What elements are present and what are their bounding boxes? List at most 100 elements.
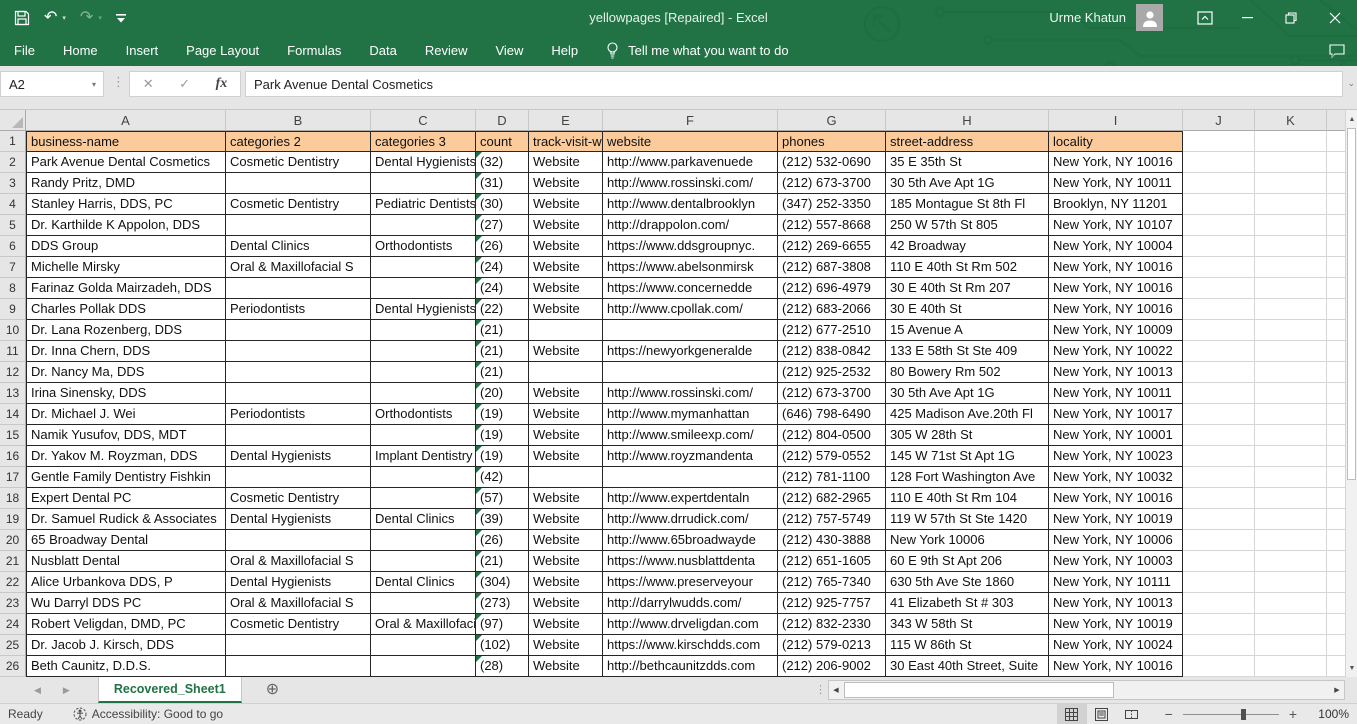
cell-G6[interactable]: (212) 269-6655 — [778, 236, 886, 257]
cell-G9[interactable]: (212) 683-2066 — [778, 299, 886, 320]
cell-C1[interactable]: categories 3 — [371, 131, 476, 152]
cell-G25[interactable]: (212) 579-0213 — [778, 635, 886, 656]
row-header-20[interactable]: 20 — [0, 530, 26, 551]
cell-K2[interactable] — [1255, 152, 1327, 173]
cell-H21[interactable]: 60 E 9th St Apt 206 — [886, 551, 1049, 572]
cell-G20[interactable]: (212) 430-3888 — [778, 530, 886, 551]
cell-D16[interactable]: (19) — [476, 446, 529, 467]
cell-K6[interactable] — [1255, 236, 1327, 257]
cell-J9[interactable] — [1183, 299, 1255, 320]
vertical-scrollbar-thumb[interactable] — [1347, 128, 1356, 480]
cell-H6[interactable]: 42 Broadway — [886, 236, 1049, 257]
scroll-down-icon[interactable]: ▼ — [1346, 659, 1357, 677]
cell-C4[interactable]: Pediatric Dentists — [371, 194, 476, 215]
cell-D11[interactable]: (21) — [476, 341, 529, 362]
cell-K17[interactable] — [1255, 467, 1327, 488]
cell-D21[interactable]: (21) — [476, 551, 529, 572]
cell-H16[interactable]: 145 W 71st St Apt 1G — [886, 446, 1049, 467]
column-header-A[interactable]: A — [26, 110, 226, 131]
cell-C17[interactable] — [371, 467, 476, 488]
cell-C16[interactable]: Implant Dentistry — [371, 446, 476, 467]
cell-A10[interactable]: Dr. Lana Rozenberg, DDS — [26, 320, 226, 341]
cell-E19[interactable]: Website — [529, 509, 603, 530]
cell-F13[interactable]: http://www.rossinski.com/ — [603, 383, 778, 404]
cell-I21[interactable]: New York, NY 10003 — [1049, 551, 1183, 572]
row-header-26[interactable]: 26 — [0, 656, 26, 677]
insert-function-icon[interactable]: fx — [216, 76, 228, 92]
horizontal-scrollbar[interactable]: ⋮ ◀ ▶ — [828, 680, 1345, 700]
row-header-13[interactable]: 13 — [0, 383, 26, 404]
cell-B22[interactable]: Dental Hygienists — [226, 572, 371, 593]
cell-H18[interactable]: 110 E 40th St Rm 104 — [886, 488, 1049, 509]
row-header-25[interactable]: 25 — [0, 635, 26, 656]
cell-H13[interactable]: 30 5th Ave Apt 1G — [886, 383, 1049, 404]
cell-J24[interactable] — [1183, 614, 1255, 635]
cell-B26[interactable] — [226, 656, 371, 677]
save-icon[interactable] — [14, 10, 30, 26]
cell-I15[interactable]: New York, NY 10001 — [1049, 425, 1183, 446]
customize-qat-icon[interactable] — [116, 13, 126, 23]
column-header-H[interactable]: H — [886, 110, 1049, 131]
cell-J15[interactable] — [1183, 425, 1255, 446]
cell-A11[interactable]: Dr. Inna Chern, DDS — [26, 341, 226, 362]
cell-D12[interactable]: (21) — [476, 362, 529, 383]
cell-B3[interactable] — [226, 173, 371, 194]
cell-A16[interactable]: Dr. Yakov M. Royzman, DDS — [26, 446, 226, 467]
cell-H14[interactable]: 425 Madison Ave.20th Fl — [886, 404, 1049, 425]
row-header-21[interactable]: 21 — [0, 551, 26, 572]
ribbon-tab-insert[interactable]: Insert — [112, 35, 173, 66]
cell-A19[interactable]: Dr. Samuel Rudick & Associates — [26, 509, 226, 530]
cell-J1[interactable] — [1183, 131, 1255, 152]
cell-D1[interactable]: count — [476, 131, 529, 152]
ribbon-tab-view[interactable]: View — [481, 35, 537, 66]
cell-J14[interactable] — [1183, 404, 1255, 425]
cell-A7[interactable]: Michelle Mirsky — [26, 257, 226, 278]
cell-E1[interactable]: track-visit-w — [529, 131, 603, 152]
cell-G7[interactable]: (212) 687-3808 — [778, 257, 886, 278]
cell-I6[interactable]: New York, NY 10004 — [1049, 236, 1183, 257]
cell-H2[interactable]: 35 E 35th St — [886, 152, 1049, 173]
zoom-in-icon[interactable]: + — [1289, 706, 1297, 722]
cell-H11[interactable]: 133 E 58th St Ste 409 — [886, 341, 1049, 362]
cell-G17[interactable]: (212) 781-1100 — [778, 467, 886, 488]
cell-C8[interactable] — [371, 278, 476, 299]
cell-J20[interactable] — [1183, 530, 1255, 551]
cell-J21[interactable] — [1183, 551, 1255, 572]
cell-F20[interactable]: http://www.65broadwayde — [603, 530, 778, 551]
cell-H10[interactable]: 15 Avenue A — [886, 320, 1049, 341]
cell-B9[interactable]: Periodontists — [226, 299, 371, 320]
cell-K24[interactable] — [1255, 614, 1327, 635]
cell-D5[interactable]: (27) — [476, 215, 529, 236]
cell-C7[interactable] — [371, 257, 476, 278]
enter-icon[interactable]: ✓ — [179, 76, 190, 92]
cell-K10[interactable] — [1255, 320, 1327, 341]
avatar[interactable] — [1136, 4, 1163, 31]
cell-I13[interactable]: New York, NY 10011 — [1049, 383, 1183, 404]
cell-G10[interactable]: (212) 677-2510 — [778, 320, 886, 341]
cell-C13[interactable] — [371, 383, 476, 404]
cell-F17[interactable] — [603, 467, 778, 488]
cell-G13[interactable]: (212) 673-3700 — [778, 383, 886, 404]
cell-C3[interactable] — [371, 173, 476, 194]
cell-J10[interactable] — [1183, 320, 1255, 341]
cell-E14[interactable]: Website — [529, 404, 603, 425]
cell-K5[interactable] — [1255, 215, 1327, 236]
cell-I17[interactable]: New York, NY 10032 — [1049, 467, 1183, 488]
cell-E25[interactable]: Website — [529, 635, 603, 656]
cell-F24[interactable]: http://www.drveligdan.com — [603, 614, 778, 635]
redo-button[interactable]: ↷ — [80, 10, 93, 26]
cell-I10[interactable]: New York, NY 10009 — [1049, 320, 1183, 341]
column-header-B[interactable]: B — [226, 110, 371, 131]
cell-H9[interactable]: 30 E 40th St — [886, 299, 1049, 320]
cell-I16[interactable]: New York, NY 10023 — [1049, 446, 1183, 467]
cell-G22[interactable]: (212) 765-7340 — [778, 572, 886, 593]
cell-C22[interactable]: Dental Clinics — [371, 572, 476, 593]
column-header-K[interactable]: K — [1255, 110, 1327, 131]
cell-J2[interactable] — [1183, 152, 1255, 173]
cell-J7[interactable] — [1183, 257, 1255, 278]
cell-J3[interactable] — [1183, 173, 1255, 194]
cell-I20[interactable]: New York, NY 10006 — [1049, 530, 1183, 551]
cell-D20[interactable]: (26) — [476, 530, 529, 551]
cell-J12[interactable] — [1183, 362, 1255, 383]
cell-I3[interactable]: New York, NY 10011 — [1049, 173, 1183, 194]
